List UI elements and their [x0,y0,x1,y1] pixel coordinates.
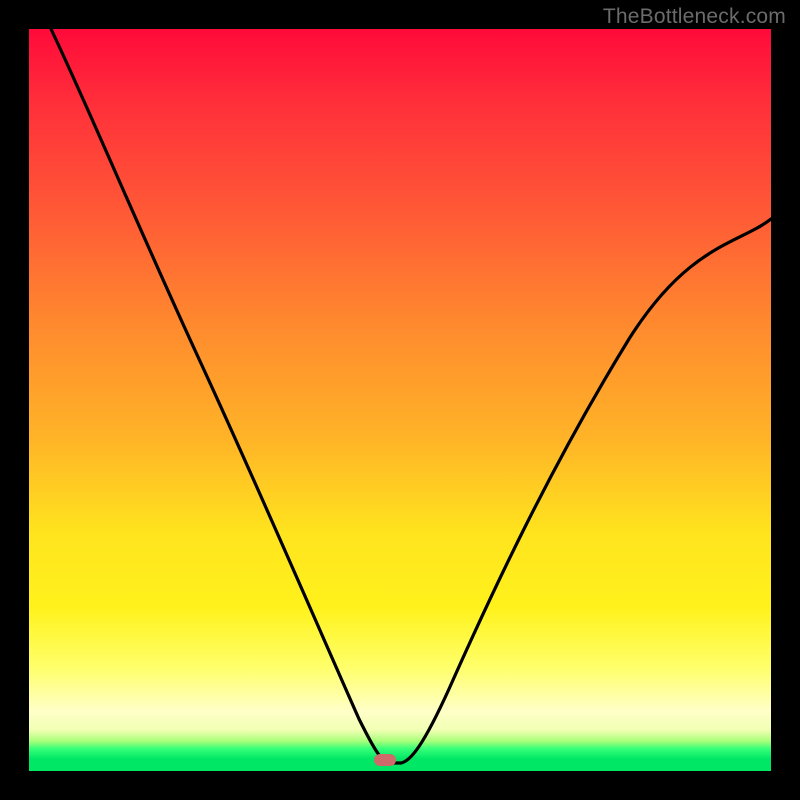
minimum-marker [374,754,396,766]
watermark-text: TheBottleneck.com [603,5,786,29]
chart-frame: TheBottleneck.com [0,0,800,800]
bottleneck-curve [29,29,771,771]
curve-path [51,29,771,763]
plot-area [29,29,771,771]
